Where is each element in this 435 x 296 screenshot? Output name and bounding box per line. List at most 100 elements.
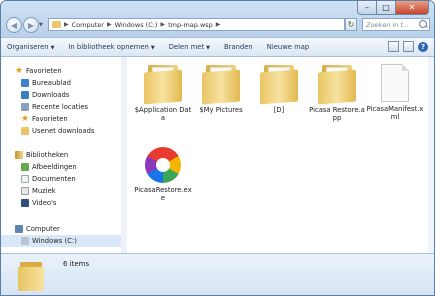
videos-icon — [21, 199, 29, 207]
change-view-icon[interactable] — [388, 41, 399, 52]
nav-label: Video's — [32, 199, 57, 207]
folder-icon — [202, 63, 240, 105]
nav-label: Windows (C:) — [32, 237, 77, 245]
nav-downloads[interactable]: Downloads — [21, 89, 69, 101]
nav-favorites[interactable]: ★ Favorieten — [15, 65, 62, 77]
breadcrumb-folder[interactable]: tmp-map.wsp — [166, 21, 215, 29]
address-bar[interactable]: ▶ Computer ▶ Windows (C:) ▶ tmp-map.wsp … — [48, 18, 345, 31]
share-menu[interactable]: Delen met ▼ — [163, 43, 218, 51]
hard-drive-icon — [21, 237, 29, 245]
item-count: 6 items — [63, 260, 90, 268]
help-icon[interactable]: ? — [418, 41, 428, 52]
command-bar: Organiseren ▼ In bibliotheek opnemen ▼ Del… — [1, 37, 434, 57]
file-name: PicasaManifest.xml — [366, 105, 424, 121]
breadcrumb-computer[interactable]: Computer — [70, 21, 106, 29]
caption-buttons: – □ ✕ — [357, 1, 429, 15]
explorer-window: – □ ✕ ◀ ▶ ▼ ▶ Computer ▶ Windows (C:) ▶ … — [0, 0, 435, 296]
nav-label: Usenet downloads — [32, 127, 95, 135]
view-controls: ? — [388, 41, 428, 52]
nav-label: Downloads — [32, 91, 70, 99]
documents-icon — [21, 175, 29, 183]
folder-icon — [21, 127, 29, 135]
file-item[interactable]: PicasaRestore.exe — [133, 147, 193, 202]
folder-icon — [144, 63, 182, 105]
forward-button[interactable]: ▶ — [23, 17, 39, 33]
back-button[interactable]: ◀ — [6, 17, 22, 33]
nav-favorites-folder[interactable]: ★ Favorieten — [21, 113, 68, 125]
file-name: [D] — [273, 106, 285, 114]
file-item[interactable]: $My Pictures — [191, 63, 251, 114]
folder-icon — [52, 21, 61, 28]
nav-usenet[interactable]: Usenet downloads — [21, 125, 94, 137]
folder-icon — [318, 63, 356, 105]
nav-documents[interactable]: Documenten — [21, 173, 76, 185]
folder-icon — [18, 261, 44, 291]
file-name: $Application Data — [134, 106, 192, 122]
chevron-down-icon: ▼ — [150, 45, 155, 51]
include-library-menu[interactable]: In bibliotheek opnemen ▼ — [62, 43, 162, 51]
organize-label: Organiseren — [7, 43, 49, 51]
nav-label: Bibliotheken — [26, 151, 69, 159]
content-scrollbar[interactable] — [428, 57, 434, 253]
share-label: Delen met — [168, 43, 205, 51]
desktop-icon — [21, 79, 29, 87]
file-name: PicasaRestore.exe — [134, 186, 192, 202]
details-pane: 6 items — [1, 253, 434, 295]
nav-label: Muziek — [32, 187, 56, 195]
pictures-icon — [21, 163, 29, 171]
breadcrumb-drive[interactable]: Windows (C:) — [113, 21, 160, 29]
title-bar: – □ ✕ ◀ ▶ ▼ ▶ Computer ▶ Windows (C:) ▶ … — [1, 1, 434, 37]
nav-label: Afbeeldingen — [32, 163, 77, 171]
minimize-button[interactable]: – — [357, 1, 377, 15]
file-name: $My Pictures — [199, 106, 243, 114]
breadcrumb-separator-icon[interactable]: ▶ — [215, 21, 222, 28]
nav-label: Favorieten — [32, 115, 68, 123]
nav-computer[interactable]: Computer — [15, 223, 60, 235]
file-item[interactable]: $Application Data — [133, 63, 193, 122]
breadcrumb-separator-icon[interactable]: ▶ — [63, 21, 70, 28]
file-item[interactable]: PicasaManifest.xml — [365, 63, 425, 121]
file-name: Picasa Restore.app — [309, 106, 365, 122]
back-arrow-icon: ◀ — [10, 20, 18, 30]
nav-desktop[interactable]: Bureaublad — [21, 77, 71, 89]
star-icon: ★ — [21, 114, 30, 124]
new-folder-button[interactable]: Nieuwe map — [261, 43, 317, 51]
organize-menu[interactable]: Organiseren ▼ — [1, 43, 62, 51]
search-icon — [419, 20, 427, 28]
breadcrumb-separator-icon[interactable]: ▶ — [106, 21, 113, 28]
refresh-icon: ↻ — [347, 20, 355, 29]
chevron-down-icon: ▼ — [206, 45, 210, 51]
nav-libraries[interactable]: Bibliotheken — [15, 149, 68, 161]
search-placeholder: Zoeken in t... — [366, 20, 410, 29]
recent-places-icon — [21, 103, 29, 111]
breadcrumb-separator-icon[interactable]: ▶ — [159, 21, 166, 28]
burn-button[interactable]: Branden — [218, 43, 261, 51]
burn-label: Branden — [224, 43, 253, 51]
folder-icon — [260, 63, 298, 105]
nav-music[interactable]: Muziek — [21, 185, 56, 197]
nav-label: Documenten — [32, 175, 76, 183]
recent-pages-dropdown-icon[interactable]: ▼ — [39, 22, 43, 28]
file-list: $Application Data $My Pictures [D] Picas… — [127, 57, 434, 253]
libraries-icon — [15, 151, 23, 159]
search-input[interactable]: Zoeken in t... — [362, 18, 430, 31]
nav-recent[interactable]: Recente locaties — [21, 101, 88, 113]
forward-arrow-icon: ▶ — [27, 20, 35, 30]
nav-label: Computer — [26, 225, 60, 233]
nav-label: Bureaublad — [32, 79, 71, 87]
close-button[interactable]: ✕ — [396, 1, 429, 15]
refresh-button[interactable]: ↻ — [345, 18, 357, 31]
chevron-down-icon: ▼ — [50, 45, 55, 51]
nav-images[interactable]: Afbeeldingen — [21, 161, 77, 173]
preview-pane-icon[interactable] — [403, 41, 414, 52]
new-folder-label: Nieuwe map — [266, 43, 310, 51]
nav-label: Favorieten — [26, 67, 62, 75]
downloads-icon — [21, 91, 29, 99]
maximize-button[interactable]: □ — [377, 1, 396, 15]
file-item[interactable]: [D] — [249, 63, 309, 114]
nav-videos[interactable]: Video's — [21, 197, 56, 209]
computer-icon — [15, 225, 23, 233]
nav-label: Recente locaties — [32, 103, 89, 111]
file-item[interactable]: Picasa Restore.app — [307, 63, 367, 122]
nav-drive-c[interactable]: Windows (C:) — [1, 235, 121, 247]
